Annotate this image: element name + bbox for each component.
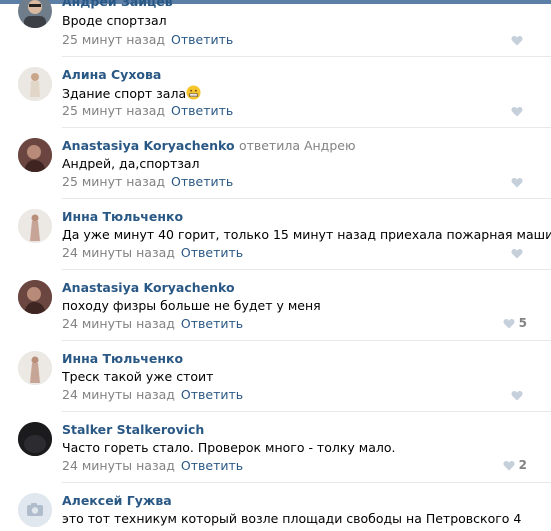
comment-text: Здание спорт зала xyxy=(62,85,201,101)
comment-meta: 24 минуты назад Ответить xyxy=(62,245,243,260)
heart-icon xyxy=(503,318,515,328)
reply-to-label[interactable]: ответила Андрею xyxy=(239,138,356,153)
heart-icon xyxy=(511,248,523,258)
like-count: 5 xyxy=(518,316,527,330)
avatar[interactable] xyxy=(18,138,52,172)
reply-button[interactable]: Ответить xyxy=(171,103,233,118)
avatar[interactable] xyxy=(18,493,52,527)
like-button[interactable] xyxy=(511,175,527,189)
like-button[interactable] xyxy=(511,104,527,118)
camera-icon xyxy=(18,493,52,527)
comment-author[interactable]: Anastasiya Koryachenko ответила Андрею xyxy=(62,138,355,153)
comment-text: Андрей, да,спортзал xyxy=(62,156,200,171)
reply-button[interactable]: Ответить xyxy=(181,458,243,473)
like-button[interactable]: 5 xyxy=(503,316,527,330)
comment-text: Часто гореть стало. Проверок много - тол… xyxy=(62,440,396,455)
divider xyxy=(62,198,551,199)
avatar[interactable] xyxy=(18,422,52,456)
divider xyxy=(62,56,551,57)
reply-button[interactable]: Ответить xyxy=(181,316,243,331)
like-button[interactable] xyxy=(511,33,527,47)
comment-meta: 25 минут назад Ответить xyxy=(62,103,233,118)
comment-text: походу физры больше не будет у меня xyxy=(62,298,321,313)
reply-button[interactable]: Ответить xyxy=(171,32,233,47)
comment-author[interactable]: Инна Тюльченко xyxy=(62,209,183,224)
reply-button[interactable]: Ответить xyxy=(181,245,243,260)
like-count: 2 xyxy=(518,458,527,472)
like-button[interactable]: 2 xyxy=(503,458,527,472)
comment-author[interactable]: Stalker Stalkerovich xyxy=(62,422,204,437)
heart-icon xyxy=(511,35,523,45)
heart-icon xyxy=(503,460,515,470)
divider xyxy=(62,340,551,341)
avatar[interactable] xyxy=(18,209,52,243)
comment-time[interactable]: 24 минуты назад xyxy=(62,458,175,473)
comment-text: Треск такой уже стоит xyxy=(62,369,214,384)
comment-meta: 24 минуты назад Ответить xyxy=(62,458,243,473)
comment-time[interactable]: 24 минуты назад xyxy=(62,387,175,402)
avatar[interactable] xyxy=(18,67,52,101)
comment-time[interactable]: 25 минут назад xyxy=(62,32,165,47)
comment-author[interactable]: Anastasiya Koryachenko xyxy=(62,280,235,295)
reply-button[interactable]: Ответить xyxy=(181,387,243,402)
heart-icon xyxy=(511,177,523,187)
comment-meta: 24 минуты назад Ответить xyxy=(62,387,243,402)
comment-meta: 25 минут назад Ответить xyxy=(62,32,233,47)
comment-time[interactable]: 24 минуты назад xyxy=(62,245,175,260)
like-button[interactable] xyxy=(511,246,527,260)
like-button[interactable] xyxy=(511,388,527,402)
grimacing-emoji-icon xyxy=(186,85,201,100)
reply-button[interactable]: Ответить xyxy=(171,174,233,189)
divider xyxy=(62,411,551,412)
avatar[interactable] xyxy=(18,0,52,28)
comment-author[interactable]: Алексей Гужва xyxy=(62,493,172,508)
heart-icon xyxy=(511,106,523,116)
comment-meta: 25 минут назад Ответить xyxy=(62,174,233,189)
divider xyxy=(62,269,551,270)
divider xyxy=(62,482,551,483)
comment-meta: 24 минуты назад Ответить xyxy=(62,316,243,331)
comment-time[interactable]: 24 минуты назад xyxy=(62,316,175,331)
divider xyxy=(62,127,551,128)
comment-text: это тот техникум который возле площади с… xyxy=(62,511,522,526)
comment-time[interactable]: 25 минут назад xyxy=(62,103,165,118)
heart-icon xyxy=(511,390,523,400)
comment-text: Вроде спортзал xyxy=(62,13,167,28)
avatar[interactable] xyxy=(18,351,52,385)
comment-author[interactable]: Инна Тюльченко xyxy=(62,351,183,366)
comment-author[interactable]: Алина Сухова xyxy=(62,67,161,82)
avatar[interactable] xyxy=(18,280,52,314)
comment-time[interactable]: 25 минут назад xyxy=(62,174,165,189)
comment-text: Да уже минут 40 горит, только 15 минут н… xyxy=(62,227,551,242)
comment-author[interactable]: Андрей Зайцев xyxy=(62,0,173,9)
